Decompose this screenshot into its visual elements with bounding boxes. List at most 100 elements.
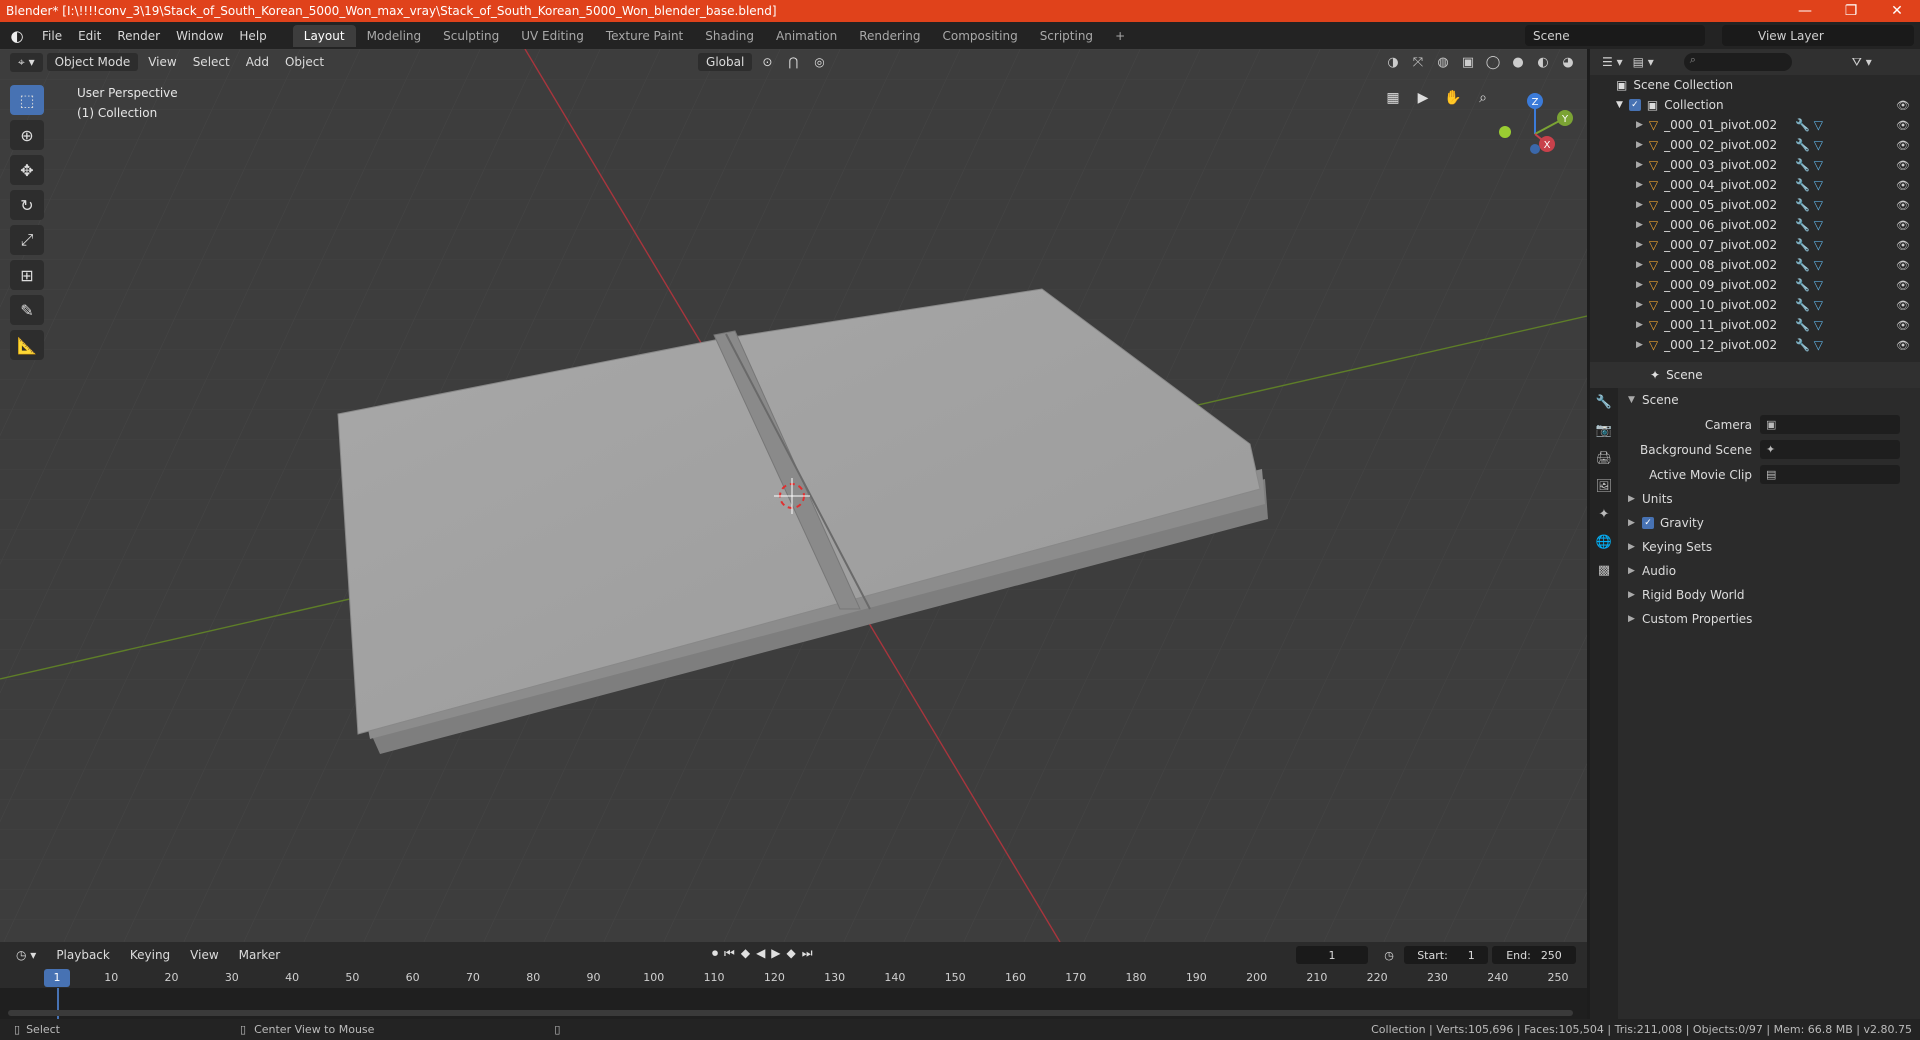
select-box-tool-icon[interactable]: ⬚ [10,85,44,115]
active-movie-clip-field[interactable]: ▤ [1760,465,1900,484]
eye-icon[interactable]: 👁 [1896,319,1910,332]
xray-icon[interactable]: ▣ [1457,51,1479,73]
outliner-row-scene-collection[interactable]: ▣ Scene Collection [1590,75,1920,95]
menu-help[interactable]: Help [231,29,274,43]
add-workspace-button[interactable]: + [1104,25,1136,47]
end-frame-field[interactable]: End: 250 [1492,946,1576,964]
scene-selector[interactable]: Scene [1525,25,1705,46]
view-layer-tab-icon[interactable]: 🖼 [1590,472,1618,500]
menu-window[interactable]: Window [168,29,231,43]
move-tool-icon[interactable]: ✥ [10,155,44,185]
tool-tab-icon[interactable]: 🔧 [1590,388,1618,416]
background-scene-field[interactable]: ✦ [1760,440,1900,459]
outliner-row-object[interactable]: ▶ ▽ _000_12_pivot.002 🔧 ▽ 👁 [1590,335,1920,355]
texture-tab-icon[interactable]: ▩ [1590,556,1618,584]
view-layer-selector[interactable]: View Layer [1722,25,1914,46]
timeline-menu-view[interactable]: View [184,946,224,964]
menu-file[interactable]: File [34,29,70,43]
eye-icon[interactable]: 👁 [1896,259,1910,272]
modifier-wrench-icon[interactable]: 🔧 ▽ [1795,278,1823,292]
subsection-header[interactable]: ▶ ✓ Gravity [1620,511,1920,535]
3d-viewport[interactable]: Z Y X ⌖ ▾ Object Mode View Select Add Ob… [0,49,1587,942]
exclude-checkbox[interactable]: ✓ [1628,99,1641,111]
next-keyframe-icon[interactable]: ◆ [787,946,796,961]
start-frame-field[interactable]: Start: 1 [1404,946,1488,964]
eye-icon[interactable]: 👁 [1896,119,1910,132]
expand-arrow-icon[interactable]: ▶ [1636,280,1643,290]
expand-arrow-icon[interactable]: ▶ [1636,320,1643,330]
close-button[interactable]: ✕ [1874,3,1920,19]
minimize-button[interactable]: — [1782,3,1828,19]
outliner-row-object[interactable]: ▶ ▽ _000_06_pivot.002 🔧 ▽ 👁 [1590,215,1920,235]
output-tab-icon[interactable]: 🖨 [1590,444,1618,472]
toggle-perspective-icon[interactable]: ▦ [1380,85,1406,111]
snap-icon[interactable]: ⋂ [782,53,804,71]
outliner-row-object[interactable]: ▶ ▽ _000_02_pivot.002 🔧 ▽ 👁 [1590,135,1920,155]
transform-orientation-selector[interactable]: Global [698,53,753,71]
expand-arrow-icon[interactable]: ▶ [1636,120,1643,130]
camera-view-icon[interactable]: ▶ [1410,85,1436,111]
subsection-header[interactable]: ▶ Units [1620,487,1920,511]
annotate-tool-icon[interactable]: ✎ [10,295,44,325]
modifier-wrench-icon[interactable]: 🔧 ▽ [1795,138,1823,152]
mode-selector[interactable]: Object Mode [46,53,139,71]
expand-arrow-icon[interactable]: ▶ [1636,200,1643,210]
modifier-wrench-icon[interactable]: 🔧 ▽ [1795,258,1823,272]
current-frame-field[interactable]: 1 [1296,946,1368,964]
expand-arrow-icon[interactable]: ▼ [1616,100,1623,110]
pan-hand-icon[interactable]: ✋ [1440,85,1466,111]
gravity-checkbox[interactable]: ✓ [1642,517,1654,529]
shading-solid-icon[interactable]: ● [1507,51,1529,73]
viewport-canvas[interactable]: Z Y X [0,49,1587,942]
eye-icon[interactable]: 👁 [1896,139,1910,152]
outliner-row-object[interactable]: ▶ ▽ _000_09_pivot.002 🔧 ▽ 👁 [1590,275,1920,295]
menu-render[interactable]: Render [109,29,168,43]
tab-texture-paint[interactable]: Texture Paint [595,25,694,47]
tab-uv-editing[interactable]: UV Editing [510,25,595,47]
expand-arrow-icon[interactable]: ▶ [1636,180,1643,190]
timeline-menu-keying[interactable]: Keying [124,946,176,964]
outliner-row-object[interactable]: ▶ ▽ _000_03_pivot.002 🔧 ▽ 👁 [1590,155,1920,175]
viewport-menu-add[interactable]: Add [240,53,275,71]
eye-icon[interactable]: 👁 [1896,99,1910,112]
tab-rendering[interactable]: Rendering [848,25,931,47]
modifier-wrench-icon[interactable]: 🔧 ▽ [1795,218,1823,232]
tab-shading[interactable]: Shading [694,25,765,47]
subsection-header[interactable]: ▶ Keying Sets [1620,535,1920,559]
prev-keyframe-icon[interactable]: ◆ [741,946,750,961]
shading-rendered-icon[interactable]: ◕ [1557,51,1579,73]
modifier-wrench-icon[interactable]: 🔧 ▽ [1795,238,1823,252]
viewport-menu-select[interactable]: Select [187,53,236,71]
shading-material-icon[interactable]: ◐ [1532,51,1554,73]
viewport-menu-object[interactable]: Object [279,53,330,71]
zoom-icon[interactable]: ⌕ [1470,85,1496,111]
expand-arrow-icon[interactable]: ▶ [1636,340,1643,350]
blender-logo-icon[interactable]: ◐ [0,27,34,45]
proportional-edit-icon[interactable]: ◎ [808,53,830,71]
timeline-menu-playback[interactable]: Playback [50,946,116,964]
frame-ruler[interactable]: 1 10 20 30 40 50 60 70 80 90 100 110 120 130 140 150 160… [0,968,1587,988]
tab-animation[interactable]: Animation [765,25,848,47]
modifier-wrench-icon[interactable]: 🔧 ▽ [1795,158,1823,172]
subsection-header[interactable]: ▶ Audio [1620,559,1920,583]
eye-icon[interactable]: 👁 [1896,199,1910,212]
tab-scripting[interactable]: Scripting [1029,25,1104,47]
timeline-menu-marker[interactable]: Marker [233,946,286,964]
eye-icon[interactable]: 👁 [1896,239,1910,252]
modifier-wrench-icon[interactable]: 🔧 ▽ [1795,318,1823,332]
render-tab-icon[interactable]: 📷 [1590,416,1618,444]
measure-tool-icon[interactable]: 📐 [10,330,44,360]
menu-edit[interactable]: Edit [70,29,109,43]
outliner-row-object[interactable]: ▶ ▽ _000_08_pivot.002 🔧 ▽ 👁 [1590,255,1920,275]
tab-modeling[interactable]: Modeling [356,25,433,47]
eye-icon[interactable]: 👁 [1896,279,1910,292]
scene-section-header[interactable]: ▼ Scene [1620,388,1920,412]
record-icon[interactable]: ⏺ [712,946,718,961]
display-mode-icon[interactable]: ▤ ▾ [1633,55,1654,69]
visibility-icon[interactable]: ◑ [1382,51,1404,73]
pivot-point-icon[interactable]: ⊙ [756,53,778,71]
timeline-track[interactable] [0,988,1587,1019]
maximize-button[interactable]: ❐ [1828,3,1874,19]
camera-field[interactable]: ▣ [1760,415,1900,434]
world-tab-icon[interactable]: 🌐 [1590,528,1618,556]
